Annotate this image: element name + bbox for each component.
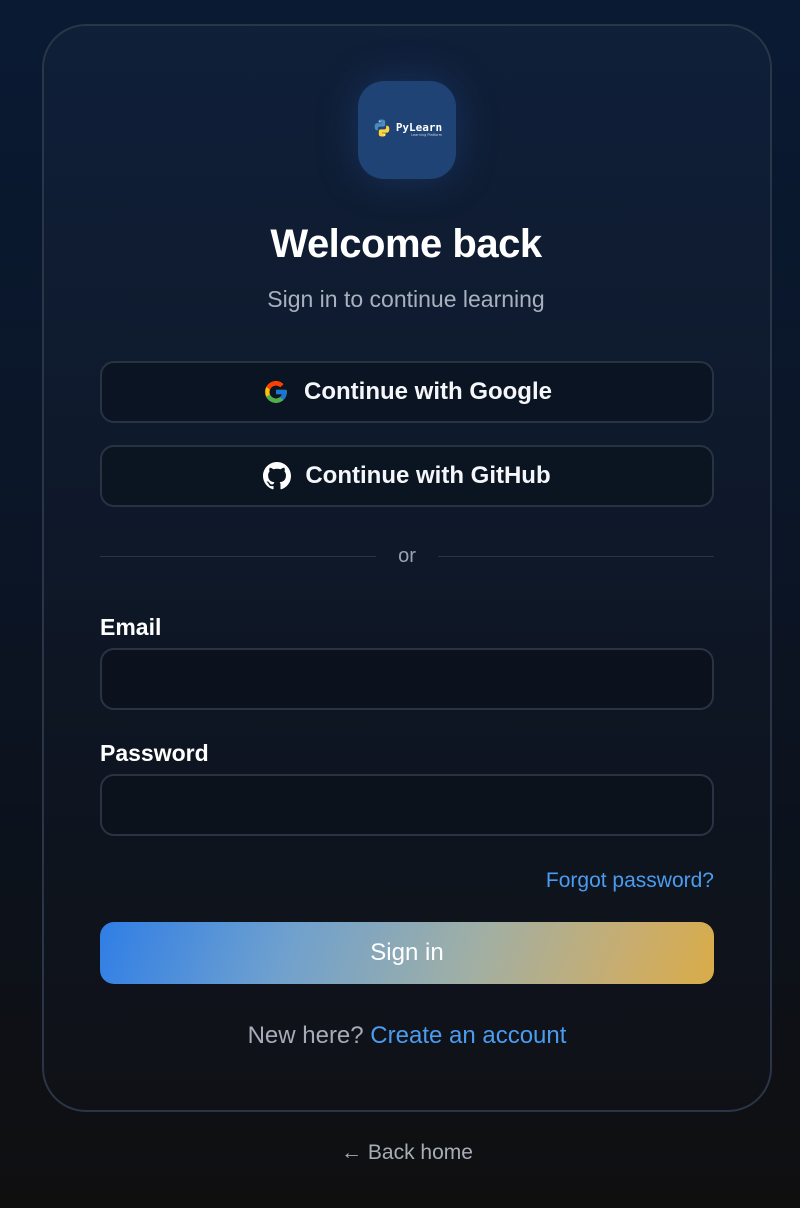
create-account-link[interactable]: Create an account [370, 1022, 566, 1049]
page-subtitle: Sign in to continue learning [267, 286, 545, 312]
google-button-label: Continue with Google [304, 378, 552, 405]
python-icon [372, 118, 392, 143]
email-field[interactable] [100, 648, 714, 710]
password-field[interactable] [100, 774, 714, 836]
signup-prompt: New here? Create an account [0, 1022, 800, 1050]
forgot-password-link[interactable]: Forgot password? [546, 869, 714, 893]
github-icon [263, 462, 292, 490]
github-button-label: Continue with GitHub [305, 462, 551, 489]
email-label: Email [100, 614, 162, 640]
sign-in-button[interactable]: Sign in [100, 922, 714, 984]
logo-name: PyLearn [395, 121, 443, 135]
divider-text: or [398, 545, 416, 567]
divider-line-right [438, 556, 714, 557]
logo-tagline: Learning Platform [411, 133, 443, 138]
github-signin-button[interactable]: Continue with GitHub [100, 445, 714, 507]
signup-prompt-text: New here? [247, 1022, 364, 1049]
password-label: Password [100, 740, 209, 766]
google-icon [262, 378, 290, 406]
divider-line-left [100, 556, 376, 557]
page-title: Welcome back [270, 222, 542, 266]
back-home-link[interactable]: ← Back home [0, 1141, 800, 1165]
app-logo: PyLearn Learning Platform [358, 81, 456, 179]
google-signin-button[interactable]: Continue with Google [100, 361, 714, 423]
